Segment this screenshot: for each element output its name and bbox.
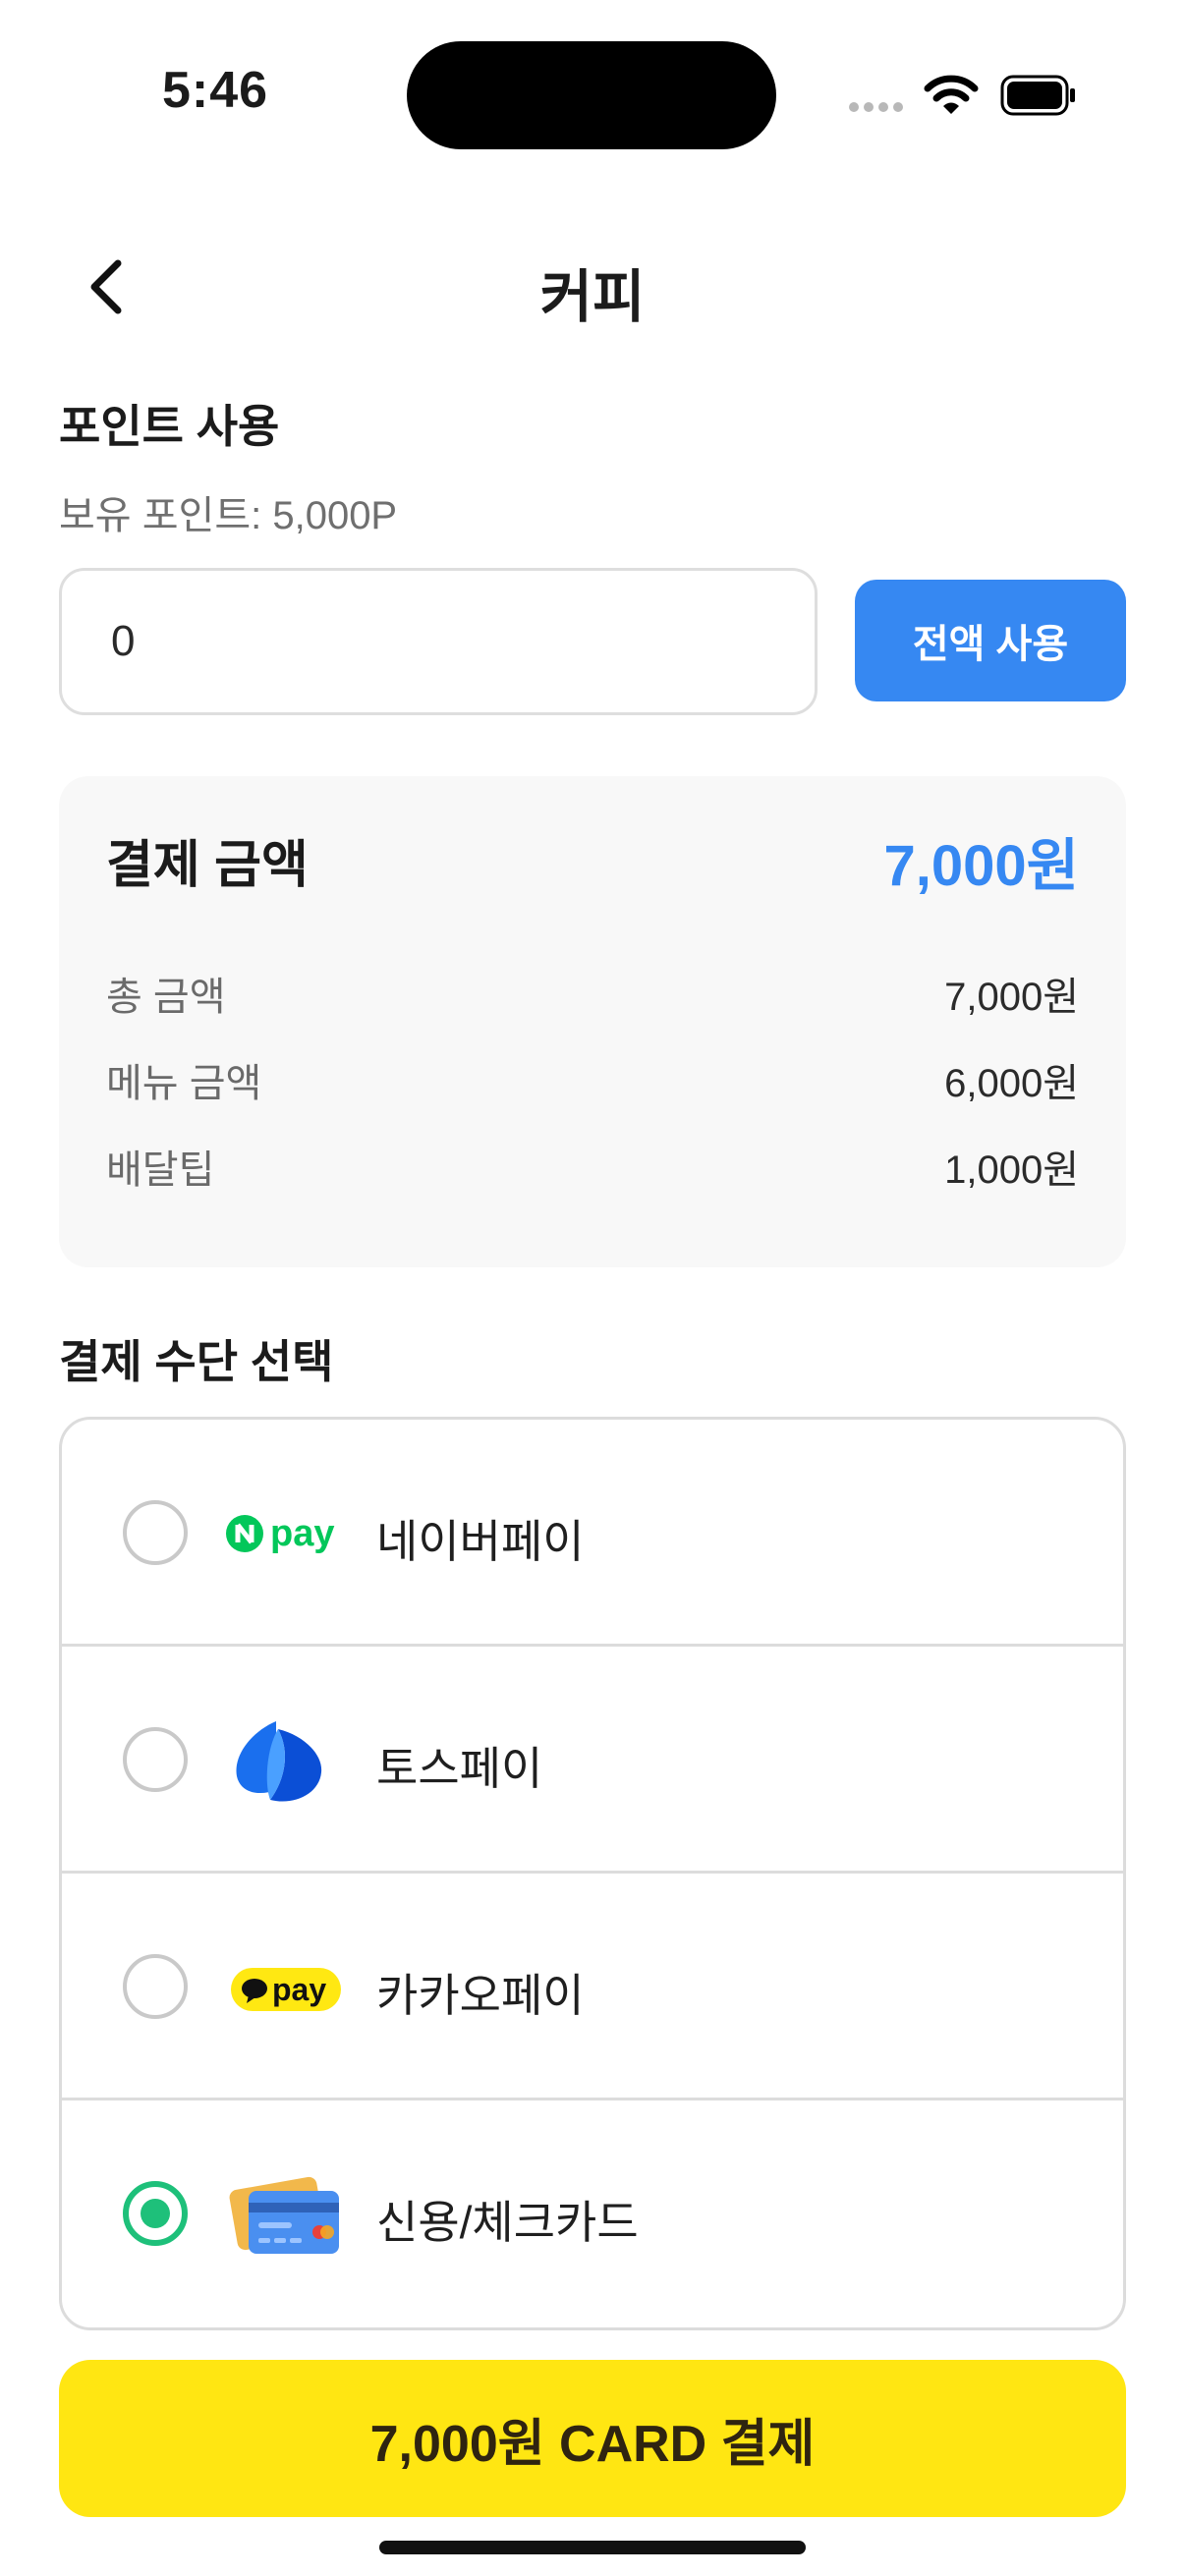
summary-row-menu: 메뉴 금액 6,000원	[106, 1051, 1079, 1108]
payment-method-label: 신용/체크카드	[376, 2197, 639, 2248]
page-title: 커피	[539, 265, 646, 329]
home-indicator	[379, 2541, 806, 2554]
credit-card-icon	[229, 2176, 339, 2254]
payment-method-naver-pay[interactable]: pay 네이버페이	[62, 1420, 1123, 1647]
summary-row-value: 1,000원	[944, 1148, 1079, 1192]
points-section-title: 포인트 사용	[59, 401, 280, 452]
payment-amount-label: 결제 금액	[106, 837, 309, 894]
cellular-signal-icon	[849, 102, 903, 112]
radio-button[interactable]	[123, 1500, 188, 1565]
status-time: 5:46	[162, 62, 269, 119]
summary-row-total: 총 금액 7,000원	[106, 965, 1079, 1022]
battery-icon	[1000, 75, 1075, 116]
radio-button-selected[interactable]	[123, 2181, 188, 2246]
payment-method-kakao-pay[interactable]: pay 카카오페이	[62, 1874, 1123, 2100]
summary-row-label: 총 금액	[106, 976, 226, 1019]
naver-pay-logo-text: pay	[270, 1513, 334, 1554]
kakao-pay-logo: pay	[231, 1968, 341, 2011]
payment-method-label: 토스페이	[376, 1743, 543, 1794]
points-input[interactable]	[59, 568, 818, 715]
payment-amount-value: 7,000원	[883, 834, 1079, 898]
summary-row-label: 메뉴 금액	[106, 1062, 262, 1105]
payment-method-credit-card[interactable]: 신용/체크카드	[62, 2100, 1123, 2327]
points-balance: 보유 포인트: 5,000P	[59, 494, 398, 537]
naver-pay-logo: pay	[226, 1513, 334, 1554]
payment-screen: 5:46 커피 포인트 사용 보유 포인트: 5,000P 전액 사용 결제 금…	[0, 0, 1185, 2576]
pay-button[interactable]: 7,000원 CARD 결제	[59, 2360, 1126, 2517]
wifi-icon	[924, 75, 979, 114]
radio-button[interactable]	[123, 1954, 188, 2019]
use-all-points-button[interactable]: 전액 사용	[855, 580, 1126, 701]
summary-row-value: 7,000원	[944, 976, 1079, 1019]
payment-method-label: 네이버페이	[376, 1516, 585, 1567]
summary-row-delivery-tip: 배달팁 1,000원	[106, 1138, 1079, 1195]
payment-method-label: 카카오페이	[376, 1970, 585, 2021]
payment-method-list: pay 네이버페이 토스페이 pay 카카오페이 신용/체크카드	[59, 1417, 1126, 2330]
payment-summary-card: 결제 금액 7,000원 총 금액 7,000원 메뉴 금액 6,000원 배달…	[59, 776, 1126, 1267]
dynamic-island	[407, 41, 776, 149]
kakao-pay-logo-text: pay	[272, 1972, 326, 2007]
payment-method-title: 결제 수단 선택	[59, 1336, 334, 1387]
summary-row-label: 배달팁	[106, 1148, 215, 1192]
radio-button[interactable]	[123, 1727, 188, 1792]
toss-pay-logo	[236, 1721, 322, 1802]
summary-row-value: 6,000원	[944, 1062, 1079, 1105]
payment-method-toss-pay[interactable]: 토스페이	[62, 1647, 1123, 1874]
